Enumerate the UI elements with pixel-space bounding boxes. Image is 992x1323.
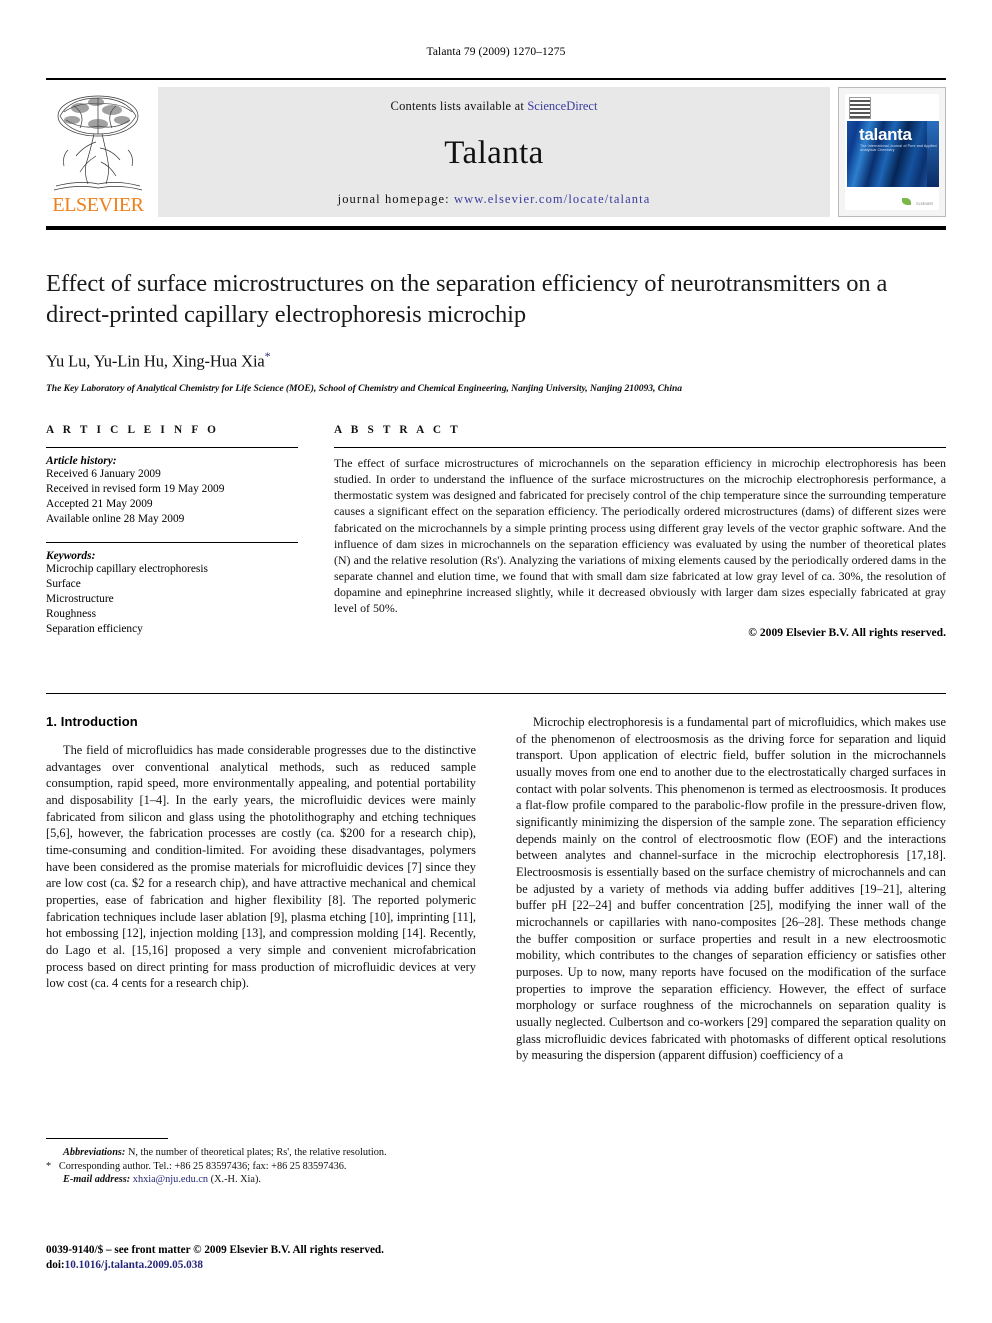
footnote-abbreviations: Abbreviations: N, the number of theoreti… xyxy=(46,1146,476,1160)
paper-page: Talanta 79 (2009) 1270–1275 ELSEVIER Con… xyxy=(0,0,992,1323)
article-history-label: Article history: xyxy=(46,455,117,467)
cover-leaf-icon xyxy=(902,198,911,205)
keyword-item: Separation efficiency xyxy=(46,623,143,636)
journal-band: Contents lists available at ScienceDirec… xyxy=(158,87,830,217)
masthead-top-rule xyxy=(46,78,946,80)
keyword-item: Roughness xyxy=(46,608,96,621)
keyword-item: Microchip capillary electrophoresis xyxy=(46,562,208,575)
doi-prefix: doi: xyxy=(46,1259,65,1272)
contents-prefix-text: Contents lists available at xyxy=(390,99,528,113)
author-list: Yu Lu, Yu-Lin Hu, Xing-Hua Xia* xyxy=(46,349,946,372)
journal-cover-thumbnail: talanta The International Journal of Pur… xyxy=(838,87,946,217)
article-history-item: Received in revised form 19 May 2009 xyxy=(46,483,225,496)
article-history-item: Available online 28 May 2009 xyxy=(46,513,185,526)
title-block: Effect of surface microstructures on the… xyxy=(46,268,946,394)
section-heading-introduction: 1. Introduction xyxy=(46,714,138,729)
doi-link[interactable]: 10.1016/j.talanta.2009.05.038 xyxy=(65,1259,203,1271)
keywords-rule xyxy=(46,541,298,543)
journal-homepage-line: journal homepage: www.elsevier.com/locat… xyxy=(338,192,651,207)
body-column-left: 1. Introduction The field of microfluidi… xyxy=(46,714,476,1064)
elsevier-tree-icon xyxy=(53,95,143,191)
issn-line: 0039-9140/$ – see front matter © 2009 El… xyxy=(46,1244,384,1256)
paragraph: The field of microfluidics has made cons… xyxy=(46,743,476,991)
info-abstract-region: A R T I C L E I N F O Article history: R… xyxy=(46,424,946,639)
contents-available-line: Contents lists available at ScienceDirec… xyxy=(391,99,598,114)
abstract-rule xyxy=(334,447,946,448)
article-history-item: Received 6 January 2009 xyxy=(46,468,161,480)
article-info-rule xyxy=(46,447,298,448)
footnote-corresponding-author: * Corresponding author. Tel.: +86 25 835… xyxy=(46,1160,476,1174)
elsevier-wordmark: ELSEVIER xyxy=(52,194,144,216)
body-column-right: Microchip electrophoresis is a fundament… xyxy=(516,714,946,1064)
cover-artwork-spine xyxy=(927,121,939,187)
cover-subtitle-text: The International Journal of Pure and Ap… xyxy=(860,144,937,152)
imprint-block: 0039-9140/$ – see front matter © 2009 El… xyxy=(46,1243,486,1274)
corresponding-author-text: Corresponding author. Tel.: +86 25 83597… xyxy=(58,1160,347,1172)
abbreviations-text: N, the number of theoretical plates; Rs'… xyxy=(127,1147,387,1158)
journal-masthead: ELSEVIER Contents lists available at Sci… xyxy=(46,78,946,230)
article-info-heading: A R T I C L E I N F O xyxy=(46,424,220,436)
article-history-item: Accepted 21 May 2009 xyxy=(46,498,153,511)
running-head: Talanta 79 (2009) 1270–1275 xyxy=(426,46,566,58)
abstract-text: The effect of surface microstructures of… xyxy=(334,456,946,616)
journal-homepage-link[interactable]: www.elsevier.com/locate/talanta xyxy=(454,192,650,206)
page-title: Effect of surface microstructures on the… xyxy=(46,270,888,329)
abstract-column: A B S T R A C T The effect of surface mi… xyxy=(334,424,946,639)
affiliation: The Key Laboratory of Analytical Chemist… xyxy=(46,382,682,394)
article-info-column: A R T I C L E I N F O Article history: R… xyxy=(46,424,298,639)
abstract-heading: A B S T R A C T xyxy=(334,424,461,436)
elsevier-logo: ELSEVIER xyxy=(46,87,150,217)
corresponding-author-marker: * xyxy=(264,349,271,364)
doi-line: doi:10.1016/j.talanta.2009.05.038 xyxy=(46,1258,486,1273)
cover-footer-text: ELSEVIER xyxy=(916,201,933,206)
sciencedirect-link[interactable]: ScienceDirect xyxy=(527,99,597,113)
journal-title: Talanta xyxy=(444,134,544,171)
journal-cover-inner: talanta The International Journal of Pur… xyxy=(845,94,939,210)
body-separator-rule xyxy=(46,693,946,694)
paragraph: Microchip electrophoresis is a fundament… xyxy=(516,715,946,1063)
keyword-item: Microstructure xyxy=(46,592,114,605)
body-columns: 1. Introduction The field of microfluidi… xyxy=(46,714,946,1064)
abstract-copyright: © 2009 Elsevier B.V. All rights reserved… xyxy=(748,626,946,640)
footnote-rule xyxy=(46,1138,168,1139)
homepage-prefix-text: journal homepage: xyxy=(337,192,450,206)
footnote-block: Abbreviations: N, the number of theoreti… xyxy=(46,1138,476,1187)
cover-title-text: talanta xyxy=(859,125,912,144)
cover-barcode-icon xyxy=(849,97,871,119)
keywords-label: Keywords: xyxy=(46,549,96,562)
footnote-asterisk-marker: * xyxy=(46,1160,52,1172)
email-address-link[interactable]: xhxia@nju.edu.cn xyxy=(133,1174,208,1185)
email-address-label: E-mail address: xyxy=(63,1174,131,1186)
footnote-email: E-mail address: xhxia@nju.edu.cn (X.-H. … xyxy=(46,1173,476,1187)
author-names: Yu Lu, Yu-Lin Hu, Xing-Hua Xia xyxy=(46,351,265,371)
email-address-suffix: (X.-H. Xia). xyxy=(210,1174,261,1186)
masthead-bottom-rule xyxy=(46,226,946,230)
abbreviations-label: Abbreviations: xyxy=(63,1147,126,1158)
keyword-item: Surface xyxy=(46,577,81,590)
